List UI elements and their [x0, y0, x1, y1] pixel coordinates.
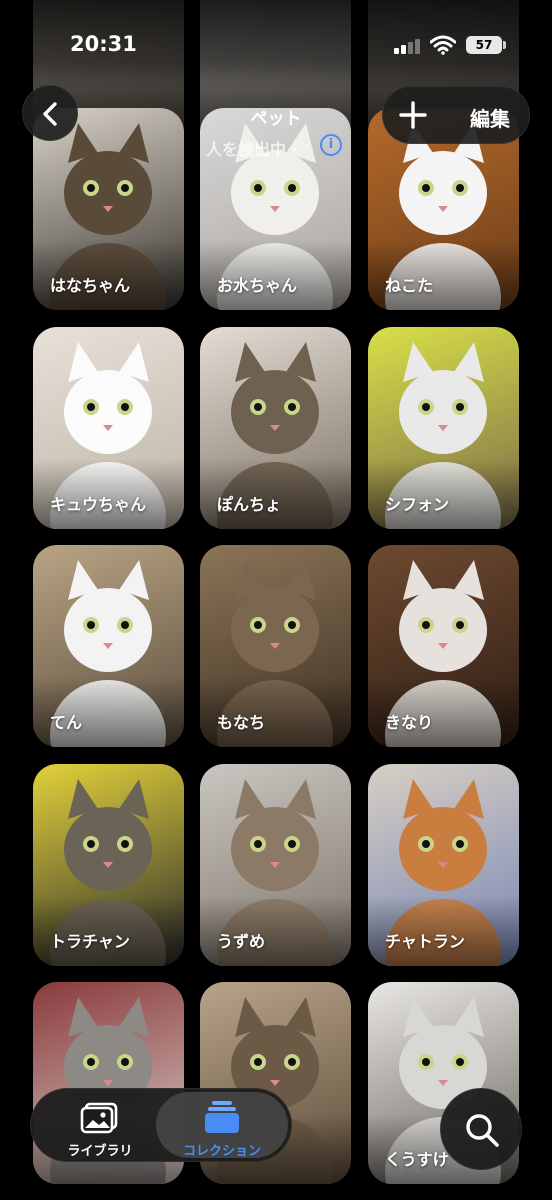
tab-collections-label: コレクション — [182, 1144, 261, 1159]
info-icon[interactable]: i — [320, 134, 342, 156]
tab-library[interactable]: ライブラリ — [50, 1094, 150, 1159]
signal-icon — [394, 39, 420, 54]
battery-nub — [503, 41, 506, 49]
edit-button[interactable]: 編集 — [470, 103, 510, 132]
pet-card[interactable]: キュウちゃん — [33, 327, 184, 529]
search-button[interactable] — [440, 1088, 522, 1170]
collections-icon — [205, 1101, 239, 1133]
detection-status: 人を検出中 · — [206, 140, 298, 159]
pet-card[interactable]: ぽんちょ — [200, 327, 351, 529]
pet-card[interactable]: てん — [33, 545, 184, 747]
tab-library-label: ライブラリ — [67, 1144, 133, 1159]
pet-card[interactable]: シフォン — [368, 327, 519, 529]
pet-grid: はなちゃん お水ちゃん ねこたキュウちゃん ぽんちょ シフォンてん もなち きなりトラチャン… — [0, 0, 552, 1200]
pet-name: シフォン — [385, 495, 450, 514]
pet-card[interactable]: うずめ — [200, 764, 351, 966]
pet-name: きなり — [385, 713, 434, 732]
plus-icon[interactable] — [396, 98, 430, 132]
pet-card[interactable]: もなち — [200, 545, 351, 747]
photos-icon — [80, 1102, 118, 1134]
tab-collections[interactable]: コレクション — [160, 1094, 284, 1159]
pet-name: トラチャン — [50, 932, 130, 951]
pet-name: キュウちゃん — [50, 495, 147, 514]
search-icon — [466, 1114, 499, 1147]
pet-name: ねこた — [385, 276, 434, 295]
pet-name: うずめ — [217, 932, 266, 951]
wifi-icon — [430, 35, 456, 55]
pet-name: くうすけ — [385, 1150, 449, 1169]
pet-card[interactable]: きなり — [368, 545, 519, 747]
status-time: 20:31 — [70, 32, 137, 56]
pet-name: お水ちゃん — [217, 276, 298, 295]
pet-name: もなち — [217, 713, 266, 732]
pet-card[interactable]: チャトラン — [368, 764, 519, 966]
pet-card[interactable]: トラチャン — [33, 764, 184, 966]
battery-indicator: 57 — [466, 36, 502, 54]
pet-name: チャトラン — [385, 932, 465, 951]
pet-name: てん — [50, 713, 83, 732]
pet-name: ぽんちょ — [217, 495, 282, 514]
pet-name: はなちゃん — [50, 276, 131, 295]
